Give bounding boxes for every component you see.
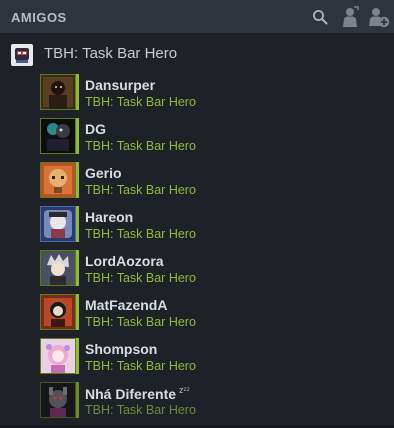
status-indicator [76, 294, 79, 330]
friend-item[interactable]: Gerio TBH: Task Bar Hero [0, 160, 394, 204]
friend-game: TBH: Task Bar Hero [85, 139, 196, 153]
avatar [40, 250, 76, 286]
avatar [40, 382, 76, 418]
friend-name: LordAozora [85, 253, 164, 269]
friend-name: MatFazendA [85, 297, 168, 313]
friend-name: Dansurper [85, 77, 156, 93]
avatar [40, 338, 76, 374]
friend-name-text: Nhá Diferente [85, 386, 177, 402]
friend-item[interactable]: Nhá Diferente zᶻᶻ TBH: Task Bar Hero [0, 380, 394, 424]
friend-game: TBH: Task Bar Hero [85, 271, 196, 285]
search-icon[interactable] [309, 6, 331, 28]
header-title: AMIGOS [11, 10, 67, 25]
friend-game: TBH: Task Bar Hero [85, 183, 196, 197]
avatar [40, 206, 76, 242]
status-indicator [76, 338, 79, 374]
sleep-badge: zᶻᶻ [179, 385, 190, 395]
friends-header: AMIGOS [0, 0, 394, 34]
friend-game: TBH: Task Bar Hero [85, 403, 196, 417]
friend-item[interactable]: MatFazendA TBH: Task Bar Hero [0, 292, 394, 336]
friend-name: Nhá Diferente zᶻᶻ [85, 385, 190, 402]
status-indicator [76, 382, 79, 418]
friend-game: TBH: Task Bar Hero [85, 359, 196, 373]
friends-panel: AMIGOS TBH: Task Bar Hero Dansurper TBH:… [0, 0, 394, 428]
status-indicator [76, 250, 79, 286]
game-group-label: TBH: Task Bar Hero [44, 45, 178, 62]
friend-name: DG [85, 121, 106, 137]
status-indicator [76, 74, 79, 110]
add-friend-icon[interactable] [340, 6, 362, 28]
friend-name: Hareon [85, 209, 134, 225]
friend-item[interactable]: Dansurper TBH: Task Bar Hero [0, 72, 394, 116]
status-indicator [76, 118, 79, 154]
game-icon [11, 44, 33, 66]
game-group-header[interactable]: TBH: Task Bar Hero [0, 40, 394, 68]
avatar [40, 74, 76, 110]
avatar [40, 162, 76, 198]
friend-item[interactable]: Hareon TBH: Task Bar Hero [0, 204, 394, 248]
friend-game: TBH: Task Bar Hero [85, 227, 196, 241]
add-user-icon[interactable] [368, 6, 390, 28]
status-indicator [76, 162, 79, 198]
avatar [40, 118, 76, 154]
friend-game: TBH: Task Bar Hero [85, 95, 196, 109]
friend-item[interactable]: LordAozora TBH: Task Bar Hero [0, 248, 394, 292]
friend-name: Shompson [85, 341, 158, 357]
status-indicator [76, 206, 79, 242]
avatar [40, 294, 76, 330]
friend-name: Gerio [85, 165, 122, 181]
friend-item[interactable]: Shompson TBH: Task Bar Hero [0, 336, 394, 380]
friend-game: TBH: Task Bar Hero [85, 315, 196, 329]
friend-item[interactable]: DG TBH: Task Bar Hero [0, 116, 394, 160]
